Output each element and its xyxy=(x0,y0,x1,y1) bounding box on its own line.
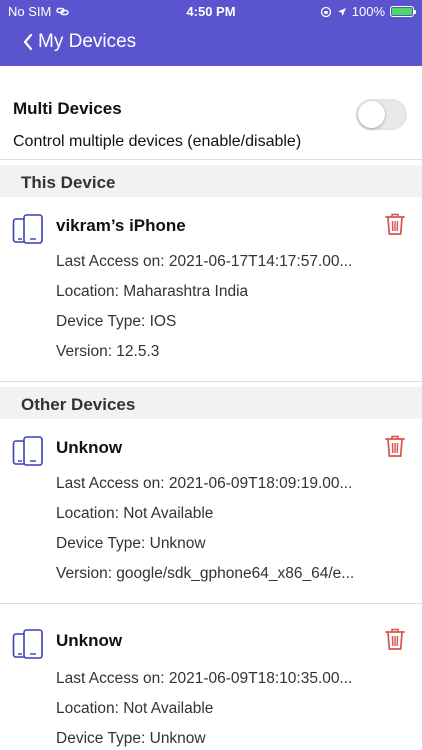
last-access-text: Last Access on: 2021-06-17T14:17:57.00..… xyxy=(56,253,353,270)
section-header-this-device: This Device xyxy=(0,165,422,201)
multi-devices-title: Multi Devices xyxy=(13,99,122,118)
device-card-other-1: Unknow Last Access on: 2021-06-09T18:09:… xyxy=(0,419,422,603)
device-name: Unknow xyxy=(56,631,123,650)
battery-percent: 100% xyxy=(351,4,385,19)
status-bar: No SIM 4:50 PM 100% xyxy=(0,0,422,24)
devices-icon xyxy=(12,214,43,244)
version-text: Version: google/sdk_gphone64_x86_64/e... xyxy=(56,565,355,582)
divider xyxy=(0,381,422,382)
rotation-lock-icon xyxy=(320,6,331,17)
last-access-text: Last Access on: 2021-06-09T18:10:35.00..… xyxy=(56,670,353,687)
status-right: 100% xyxy=(320,4,416,19)
location-text: Location: Maharashtra India xyxy=(56,283,249,300)
trash-icon[interactable] xyxy=(385,212,405,236)
section-title: Other Devices xyxy=(21,395,136,414)
multi-devices-section: Multi Devices Control multiple devices (… xyxy=(0,66,422,160)
multi-devices-toggle[interactable] xyxy=(356,99,407,130)
page-title: My Devices xyxy=(38,31,137,52)
devices-icon xyxy=(12,436,43,466)
location-arrow-icon xyxy=(337,7,346,16)
last-access-text: Last Access on: 2021-06-09T18:09:19.00..… xyxy=(56,475,353,492)
divider xyxy=(0,159,422,160)
trash-icon[interactable] xyxy=(385,434,405,458)
section-title: This Device xyxy=(21,173,116,192)
device-name: vikram’s iPhone xyxy=(56,216,186,235)
device-card-this-device: vikram’s iPhone Last Access on: 2021-06-… xyxy=(0,197,422,381)
multi-devices-description: Control multiple devices (enable/disable… xyxy=(13,133,302,150)
version-text: Version: 12.5.3 xyxy=(56,343,160,360)
section-header-other-devices: Other Devices xyxy=(0,387,422,423)
location-text: Location: Not Available xyxy=(56,505,214,522)
device-type-text: Device Type: Unknow xyxy=(56,535,206,552)
nav-bar: My Devices xyxy=(0,24,422,66)
location-text: Location: Not Available xyxy=(56,700,214,717)
back-button[interactable]: My Devices xyxy=(22,31,136,53)
device-type-text: Device Type: Unknow xyxy=(56,730,206,747)
toggle-knob xyxy=(358,101,385,128)
battery-icon xyxy=(390,6,416,17)
battery-fill xyxy=(392,8,412,15)
devices-icon xyxy=(12,629,43,659)
divider xyxy=(0,603,422,604)
trash-icon[interactable] xyxy=(385,627,405,651)
device-name: Unknow xyxy=(56,438,123,457)
chevron-left-icon xyxy=(23,33,33,51)
device-type-text: Device Type: IOS xyxy=(56,313,177,330)
device-card-other-2: Unknow Last Access on: 2021-06-09T18:10:… xyxy=(0,612,422,750)
